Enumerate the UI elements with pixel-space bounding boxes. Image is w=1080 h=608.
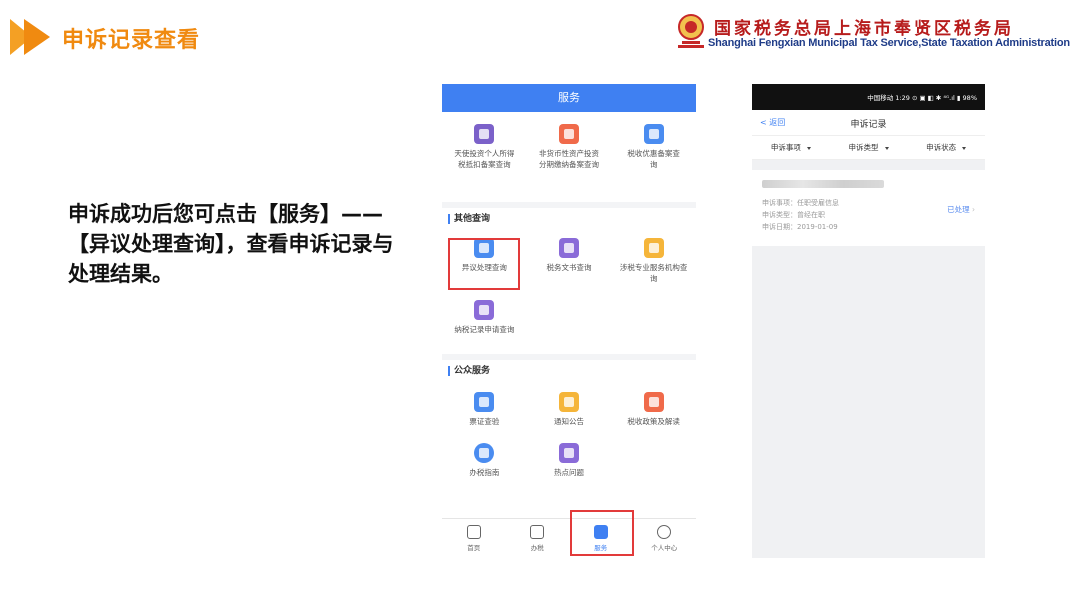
doc-icon	[643, 124, 664, 144]
slide-title: 申诉记录查看	[62, 28, 201, 53]
caret-down-icon	[884, 146, 889, 150]
grid-item-label: 热点问题	[553, 468, 584, 477]
record-status: 已处理 ›	[947, 204, 975, 215]
record-date: 申诉日期：2019-01-09	[762, 223, 838, 231]
record-doc-icon	[474, 300, 495, 320]
filter-label: 申诉状态	[926, 143, 957, 152]
tab-tax-handling[interactable]: 办税	[506, 519, 570, 558]
caret-down-icon	[806, 146, 811, 150]
caret-down-icon	[962, 146, 967, 150]
top-items-section: 天使投资个人所得税抵扣备案查询 非货币性资产投资分期缴纳备案查询 税收优惠备案查…	[442, 112, 696, 202]
service-header: 服务	[442, 84, 696, 112]
bottom-tab-bar: 首页 办税 服务 个人中心	[442, 518, 696, 558]
person-doc-icon	[474, 124, 495, 144]
grid-item-tax-policy[interactable]: 税收政策及解读	[611, 392, 696, 427]
filter-label: 申诉类型	[848, 143, 879, 152]
public-service-section: 公众服务 票证查验 通知公告 税收政策及解读 办税指南 热点问题	[442, 360, 696, 520]
filter-complaint-status[interactable]: 申诉状态	[907, 136, 985, 159]
chevron-right-icon	[24, 19, 50, 55]
ticket-icon	[474, 392, 495, 412]
grid-item-tax-document-query[interactable]: 税务文书查询	[527, 238, 612, 284]
tab-label: 办税	[530, 544, 544, 552]
tab-home[interactable]: 首页	[442, 519, 506, 558]
status-label: 已处理	[947, 205, 970, 214]
building-icon	[643, 238, 664, 258]
nav-bar: < 返回 申诉记录	[752, 110, 985, 136]
yen-doc-icon	[558, 238, 579, 258]
grid-item-tax-record-query[interactable]: 纳税记录申请查询	[442, 300, 527, 335]
blurred-name	[762, 180, 884, 188]
grid-item-tax-incentive[interactable]: 税收优惠备案查询	[611, 124, 696, 170]
chevron-right-icon: ›	[972, 205, 975, 214]
grid-item-label: 票证查验	[469, 417, 500, 426]
compass-icon	[474, 443, 495, 463]
grid-item-label: 税收政策及解读	[627, 417, 680, 426]
section-title: 其他查询	[442, 208, 696, 230]
question-icon	[558, 443, 579, 463]
home-icon	[466, 525, 481, 539]
clock-doc-icon	[558, 124, 579, 144]
slide-header: 申诉记录查看 国家税务总局上海市奉贤区税务局 Shanghai Fengxian…	[0, 0, 1080, 70]
policy-book-icon	[643, 392, 664, 412]
other-query-section: 其他查询 异议处理查询 税务文书查询 涉税专业服务机构查询 纳税记录申请查询	[442, 208, 696, 354]
section-title: 公众服务	[442, 360, 696, 382]
grid-item-label: 涉税专业服务机构查询	[619, 263, 688, 283]
tab-label: 首页	[467, 544, 481, 552]
grid-item-angel-investment[interactable]: 天使投资个人所得税抵扣备案查询	[442, 124, 527, 170]
filter-bar: 申诉事项 申诉类型 申诉状态	[752, 136, 985, 160]
page-title: 申诉记录	[850, 120, 887, 130]
record-type: 申诉类型：曾经在职	[762, 211, 825, 219]
filter-complaint-matter[interactable]: 申诉事项	[752, 136, 830, 159]
bureau-name-en: Shanghai Fengxian Municipal Tax Service,…	[708, 37, 1070, 49]
instruction-text: 申诉成功后您可点击【服务】——【异议处理查询】，查看申诉记录与处理结果。	[68, 202, 394, 286]
highlight-box	[570, 510, 634, 556]
edit-doc-icon	[530, 525, 545, 539]
grid-item-nonmonetary-assets[interactable]: 非货币性资产投资分期缴纳备案查询	[527, 124, 612, 170]
grid-item-label: 纳税记录申请查询	[454, 325, 515, 334]
grid-item-label: 税收优惠备案查询	[627, 149, 680, 169]
grid-item-tax-guide[interactable]: 办税指南	[442, 443, 527, 478]
record-matter: 申诉事项：任职受雇信息	[762, 199, 839, 207]
complaint-record-card[interactable]: 申诉事项：任职受雇信息 申诉类型：曾经在职 申诉日期：2019-01-09 已处…	[752, 170, 985, 246]
tax-bureau-emblem-icon	[678, 14, 704, 48]
bureau-name-cn: 国家税务总局上海市奉贤区税务局	[714, 19, 1014, 39]
user-icon	[657, 525, 672, 539]
grid-item-label: 天使投资个人所得税抵扣备案查询	[454, 149, 515, 169]
bell-icon	[558, 392, 579, 412]
grid-item-hot-questions[interactable]: 热点问题	[527, 443, 612, 478]
grid-item-notice[interactable]: 通知公告	[527, 392, 612, 427]
grid-item-label: 办税指南	[469, 468, 500, 477]
grid-item-label: 通知公告	[553, 417, 584, 426]
service-screen: 服务 天使投资个人所得税抵扣备案查询 非货币性资产投资分期缴纳备案查询 税收优惠…	[442, 84, 696, 558]
grid-item-label: 税务文书查询	[546, 263, 592, 272]
tab-personal-center[interactable]: 个人中心	[633, 519, 697, 558]
grid-item-ticket-verify[interactable]: 票证查验	[442, 392, 527, 427]
highlight-box	[448, 238, 520, 290]
grid-item-label: 非货币性资产投资分期缴纳备案查询	[538, 149, 599, 169]
status-bar: 中国移动 1:29 ⊙ ▣ ◧ ✱ ⁴ᴳ.ıl ▮ 98%	[752, 84, 985, 110]
grid-item-tax-agency-query[interactable]: 涉税专业服务机构查询	[611, 238, 696, 284]
tab-label: 个人中心	[651, 544, 678, 552]
complaint-records-screen: 中国移动 1:29 ⊙ ▣ ◧ ✱ ⁴ᴳ.ıl ▮ 98% < 返回 申诉记录 …	[752, 84, 985, 558]
filter-complaint-type[interactable]: 申诉类型	[830, 136, 908, 159]
filter-label: 申诉事项	[770, 143, 801, 152]
